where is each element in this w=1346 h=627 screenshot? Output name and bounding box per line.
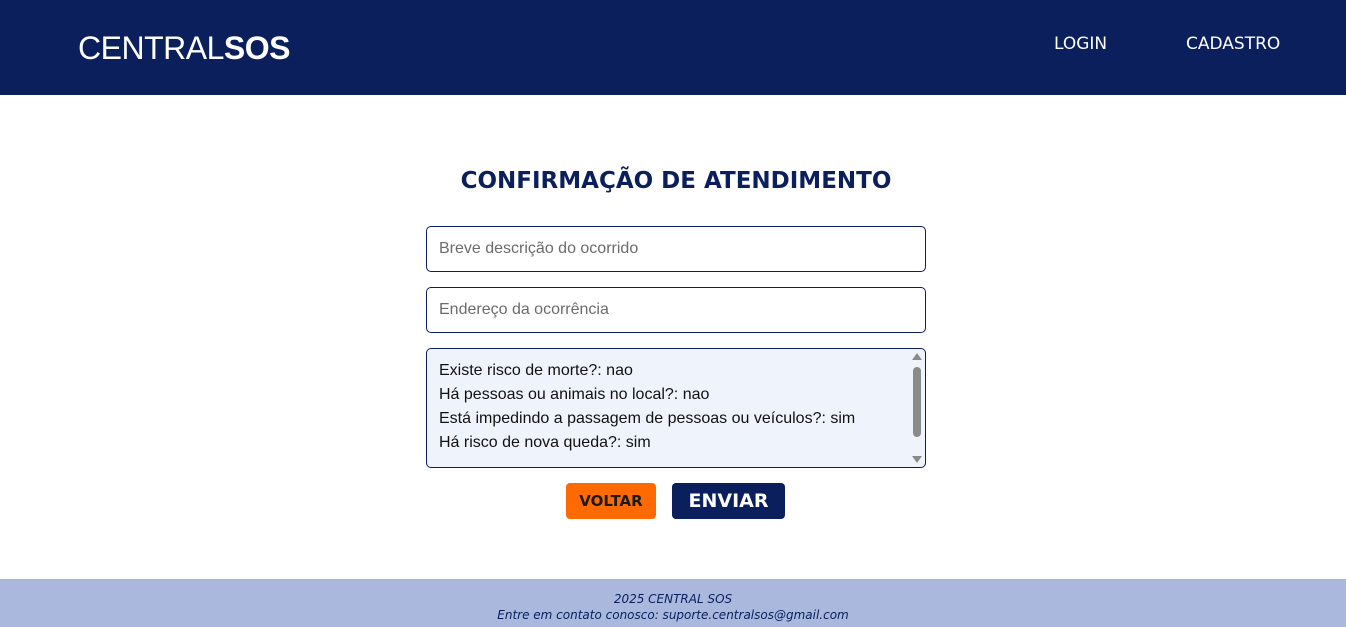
top-header: CENTRAL SOS LOGIN CADASTRO xyxy=(0,0,1346,95)
logo-text-light: CENTRAL xyxy=(78,30,224,66)
send-button[interactable]: ENVIAR xyxy=(672,483,785,519)
footer-copyright: 2025 CENTRAL SOS xyxy=(613,592,733,606)
footer-contact: Entre em contato conosco: suporte.centra… xyxy=(497,608,849,622)
back-button[interactable]: VOLTAR xyxy=(566,483,656,519)
central-sos-logo[interactable]: CENTRAL SOS xyxy=(78,30,290,66)
scroll-thumb[interactable] xyxy=(913,367,921,437)
answer-line: Há risco de nova queda?: sim xyxy=(439,434,651,451)
address-input[interactable] xyxy=(426,287,926,333)
logo-text-bold: SOS xyxy=(223,30,291,66)
page-title: CONFIRMAÇÃO DE ATENDIMENTO xyxy=(460,168,892,194)
page-footer: 2025 CENTRAL SOS Entre em contato conosc… xyxy=(0,579,1346,627)
scroll-down-arrow-icon[interactable] xyxy=(912,456,922,463)
textarea-scrollbar[interactable] xyxy=(911,351,923,465)
answers-textarea[interactable]: Existe risco de morte?: nao Há pessoas o… xyxy=(426,348,926,468)
description-input[interactable] xyxy=(426,226,926,272)
scroll-up-arrow-icon[interactable] xyxy=(912,353,922,360)
nav-cadastro-link[interactable]: CADASTRO xyxy=(1186,34,1280,54)
answers-text: Existe risco de morte?: nao Há pessoas o… xyxy=(439,359,909,455)
answer-line: Existe risco de morte?: nao xyxy=(439,362,633,379)
answer-line: Está impedindo a passagem de pessoas ou … xyxy=(439,410,856,427)
answer-line: Há pessoas ou animais no local?: nao xyxy=(439,386,710,403)
nav-login-link[interactable]: LOGIN xyxy=(1054,34,1107,54)
